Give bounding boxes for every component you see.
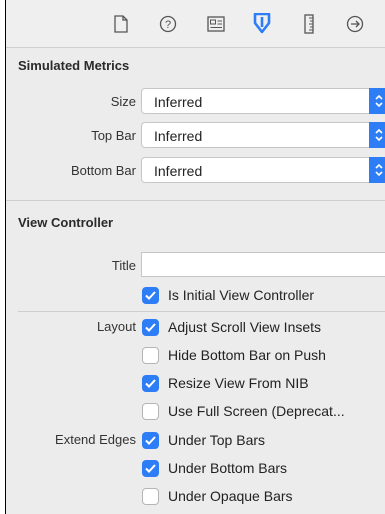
title-input[interactable] [141, 252, 385, 277]
popup-stepper-icon [369, 122, 385, 148]
inspector-toolbar: ? [6, 0, 385, 48]
under-bottom-bars-row[interactable]: Under Bottom Bars [142, 458, 287, 478]
resize-view-nib-row[interactable]: Resize View From NIB [142, 373, 309, 393]
ruler-icon[interactable] [296, 11, 322, 37]
under-bottom-bars-checkbox[interactable] [142, 459, 159, 477]
under-bottom-bars-label: Under Bottom Bars [168, 460, 288, 476]
is-initial-checkbox-row[interactable]: Is Initial View Controller [142, 285, 314, 305]
under-top-bars-label: Under Top Bars [168, 432, 266, 448]
under-top-bars-row[interactable]: Under Top Bars [142, 430, 265, 450]
use-full-screen-label: Use Full Screen (Deprecat... [168, 403, 345, 419]
is-initial-label: Is Initial View Controller [168, 287, 315, 303]
under-top-bars-checkbox[interactable] [142, 431, 159, 449]
adjust-scroll-insets-checkbox[interactable] [142, 318, 159, 336]
bottom-bar-label: Bottom Bar [70, 163, 136, 178]
title-label: Title [111, 258, 136, 273]
resize-view-nib-checkbox[interactable] [142, 374, 159, 392]
layout-label: Layout [96, 319, 136, 334]
is-initial-checkbox[interactable] [142, 286, 159, 304]
help-icon[interactable]: ? [155, 11, 181, 37]
use-full-screen-row[interactable]: Use Full Screen (Deprecat... [142, 401, 345, 421]
under-opaque-bars-checkbox[interactable] [142, 487, 159, 505]
popup-stepper-icon [369, 157, 385, 183]
popup-stepper-icon [369, 88, 385, 114]
hide-bottom-bar-row[interactable]: Hide Bottom Bar on Push [142, 345, 326, 365]
hide-bottom-bar-checkbox[interactable] [142, 346, 159, 364]
simulated-metrics-header: Simulated Metrics [18, 58, 130, 73]
size-popup-value: Inferred [154, 94, 203, 110]
arrow-circle-icon[interactable] [342, 11, 368, 37]
view-controller-header: View Controller [18, 215, 114, 230]
document-icon[interactable] [108, 11, 134, 37]
section-divider [6, 200, 385, 201]
attributes-inspector-panel: ? Simulated Metrics Size Inferred Top Ba… [5, 0, 385, 514]
under-opaque-bars-label: Under Opaque Bars [168, 488, 293, 504]
attributes-icon[interactable] [249, 11, 275, 37]
bottom-bar-popup-value: Inferred [154, 163, 203, 179]
adjust-scroll-insets-label: Adjust Scroll View Insets [168, 319, 322, 335]
use-full-screen-checkbox[interactable] [142, 402, 159, 420]
identity-card-icon[interactable] [203, 11, 229, 37]
resize-view-nib-label: Resize View From NIB [168, 375, 309, 391]
top-bar-label: Top Bar [91, 128, 136, 143]
inner-divider [18, 311, 385, 312]
under-opaque-bars-row[interactable]: Under Opaque Bars [142, 486, 293, 506]
adjust-scroll-insets-row[interactable]: Adjust Scroll View Insets [142, 317, 321, 337]
hide-bottom-bar-label: Hide Bottom Bar on Push [168, 347, 326, 363]
size-popup[interactable]: Inferred [141, 88, 385, 114]
size-label: Size [110, 94, 136, 109]
bottom-bar-popup[interactable]: Inferred [141, 157, 385, 183]
extend-edges-label: Extend Edges [55, 432, 136, 447]
top-bar-popup[interactable]: Inferred [141, 122, 385, 148]
top-bar-popup-value: Inferred [154, 128, 203, 144]
svg-text:?: ? [165, 19, 171, 31]
